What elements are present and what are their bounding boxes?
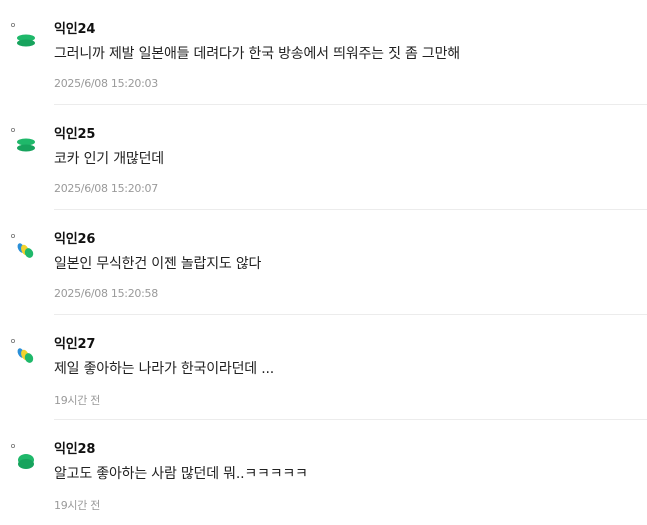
comment-author[interactable]: 익인26	[54, 228, 95, 247]
comment-text: 코카 인기 개많던데	[54, 151, 164, 167]
comment-timestamp: 2025/6/08 15:20:58	[54, 287, 158, 300]
comment-item: 익인24 그러니까 제발 일본애들 데려다가 한국 방송에서 띄워주는 짓 좀 …	[0, 0, 647, 105]
blue-yellow-green-avatar-icon[interactable]	[10, 331, 38, 367]
comment-item: 익인27 제일 좋아하는 나라가 한국이라던데 ... 19시간 전	[0, 315, 647, 420]
comment-item: 익인26 일본인 무식한건 이젠 놀랍지도 않다 2025/6/08 15:20…	[0, 210, 647, 315]
green-circle-avatar-icon[interactable]	[10, 436, 38, 472]
comment-text: 알고도 좋아하는 사람 많던데 뭐..ㅋㅋㅋㅋㅋ	[54, 466, 308, 482]
comment-item: 익인25 코카 인기 개많던데 2025/6/08 15:20:07	[0, 105, 647, 210]
blue-yellow-green-avatar-icon[interactable]	[10, 226, 38, 262]
comment-timestamp: 2025/6/08 15:20:03	[54, 77, 158, 90]
comment-text: 그러니까 제발 일본애들 데려다가 한국 방송에서 띄워주는 짓 좀 그만해	[54, 46, 460, 62]
comment-text: 일본인 무식한건 이젠 놀랍지도 않다	[54, 256, 262, 272]
comment-timestamp: 19시간 전	[54, 394, 101, 407]
comment-timestamp: 19시간 전	[54, 499, 101, 512]
comment-timestamp: 2025/6/08 15:20:07	[54, 182, 158, 195]
green-stack-avatar-icon[interactable]	[10, 16, 38, 52]
comment-text: 제일 좋아하는 나라가 한국이라던데 ...	[54, 361, 274, 377]
comment-author[interactable]: 익인24	[54, 18, 95, 37]
green-stack-avatar-icon[interactable]	[10, 121, 38, 157]
comment-author[interactable]: 익인27	[54, 333, 95, 352]
comment-item: 익인28 알고도 좋아하는 사람 많던데 뭐..ㅋㅋㅋㅋㅋ 19시간 전	[0, 420, 647, 525]
comment-author[interactable]: 익인25	[54, 123, 95, 142]
comment-author[interactable]: 익인28	[54, 438, 95, 457]
